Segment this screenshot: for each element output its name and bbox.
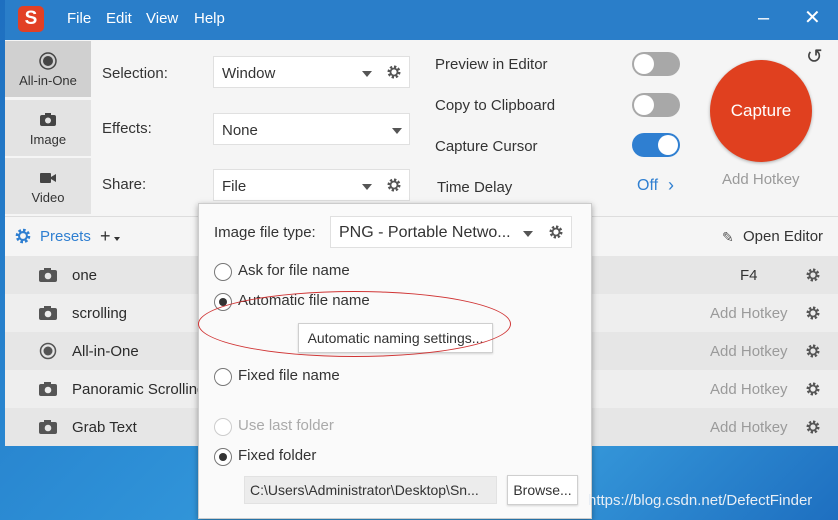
preset-hotkey[interactable]: Add Hotkey (710, 419, 788, 436)
preset-hotkey[interactable]: F4 (740, 267, 758, 284)
gear-icon[interactable] (386, 177, 402, 193)
close-icon[interactable]: ✕ (804, 8, 821, 28)
fixed-folder-radio[interactable] (214, 448, 232, 466)
gear-icon[interactable] (805, 305, 821, 321)
share-value: File (222, 178, 247, 195)
effects-value: None (222, 122, 258, 139)
chevron-down-icon (392, 128, 402, 134)
preset-hotkey[interactable]: Add Hotkey (710, 305, 788, 322)
delay-value[interactable]: Off (637, 177, 658, 195)
cursor-label: Capture Cursor (435, 138, 538, 155)
fixed-name-label[interactable]: Fixed file name (238, 367, 340, 384)
gear-icon[interactable] (805, 343, 821, 359)
browse-button[interactable]: Browse... (507, 475, 578, 505)
camera-icon (39, 306, 57, 320)
minimize-icon[interactable]: – (758, 8, 769, 28)
watermark-text: https://blog.csdn.net/DefectFinder (588, 492, 813, 509)
clipboard-label: Copy to Clipboard (435, 97, 556, 114)
chevron-down-icon (362, 184, 372, 190)
menu-view[interactable]: View (146, 10, 178, 27)
open-editor-button[interactable]: Open Editor (743, 228, 823, 245)
preset-hotkey[interactable]: Add Hotkey (710, 381, 788, 398)
tab-all-in-one[interactable]: All-in-One (5, 41, 91, 97)
selection-value: Window (222, 65, 276, 82)
record-icon (39, 52, 57, 70)
effects-dropdown[interactable]: None (213, 113, 410, 145)
preview-label: Preview in Editor (435, 56, 548, 73)
video-icon (40, 173, 56, 183)
edit-icon: ✎ (722, 229, 734, 245)
preset-hotkey[interactable]: Add Hotkey (710, 343, 788, 360)
record-icon (39, 342, 57, 360)
selection-dropdown[interactable]: Window (213, 56, 410, 88)
preset-name: one (72, 267, 98, 284)
file-type-label: Image file type: (214, 224, 316, 241)
tab-image[interactable]: Image (5, 100, 91, 156)
chevron-right-icon[interactable]: › (668, 175, 674, 196)
file-type-value: PNG - Portable Netwo... (339, 224, 511, 241)
delay-label: Time Delay (437, 179, 513, 196)
tab-label: Video (31, 190, 65, 205)
preview-toggle[interactable] (632, 52, 680, 76)
fixed-name-radio[interactable] (214, 368, 232, 386)
highlight-annotation (198, 291, 511, 357)
reset-icon[interactable]: ↺ (806, 44, 823, 69)
gear-icon[interactable] (805, 381, 821, 397)
chevron-down-icon (523, 231, 533, 237)
camera-icon (39, 382, 57, 396)
camera-icon (39, 420, 57, 434)
chevron-down-icon (362, 71, 372, 77)
preset-name: scrolling (72, 305, 128, 322)
share-label: Share: (102, 176, 147, 193)
effects-label: Effects: (102, 120, 152, 137)
gear-icon[interactable] (548, 224, 564, 240)
clipboard-toggle[interactable] (632, 93, 680, 117)
tab-label: All-in-One (19, 73, 77, 88)
last-folder-label: Use last folder (238, 417, 334, 434)
folder-path-field[interactable]: C:\Users\Administrator\Desktop\Sn... (244, 476, 497, 504)
menu-edit[interactable]: Edit (106, 10, 132, 27)
last-folder-radio (214, 418, 232, 436)
ask-name-radio[interactable] (214, 263, 232, 281)
preset-name: Panoramic Scrolling (72, 381, 206, 398)
file-type-dropdown[interactable]: PNG - Portable Netwo... (330, 216, 572, 248)
camera-icon (40, 113, 56, 126)
chevron-down-icon[interactable] (114, 237, 120, 241)
snagit-logo-icon: S (18, 6, 44, 32)
fixed-folder-label[interactable]: Fixed folder (238, 447, 316, 464)
preset-name: Grab Text (72, 419, 137, 436)
capture-button[interactable]: Capture (710, 60, 812, 162)
share-dropdown[interactable]: File (213, 169, 410, 201)
gear-icon[interactable] (805, 267, 821, 283)
presets-gear-icon (15, 228, 31, 244)
menu-file[interactable]: File (67, 10, 91, 27)
cursor-toggle[interactable] (632, 133, 680, 157)
capture-hotkey[interactable]: Add Hotkey (722, 171, 800, 188)
gear-icon[interactable] (805, 419, 821, 435)
preset-name: All-in-One (72, 343, 139, 360)
presets-label[interactable]: Presets (40, 228, 91, 245)
tab-label: Image (29, 132, 67, 147)
ask-name-label[interactable]: Ask for file name (238, 262, 350, 279)
add-preset-button[interactable]: + (100, 226, 111, 247)
tab-video[interactable]: Video (5, 158, 91, 214)
camera-icon (39, 268, 57, 282)
menu-help[interactable]: Help (194, 10, 225, 27)
share-options-popup (198, 203, 592, 519)
selection-label: Selection: (102, 65, 168, 82)
gear-icon[interactable] (386, 64, 402, 80)
